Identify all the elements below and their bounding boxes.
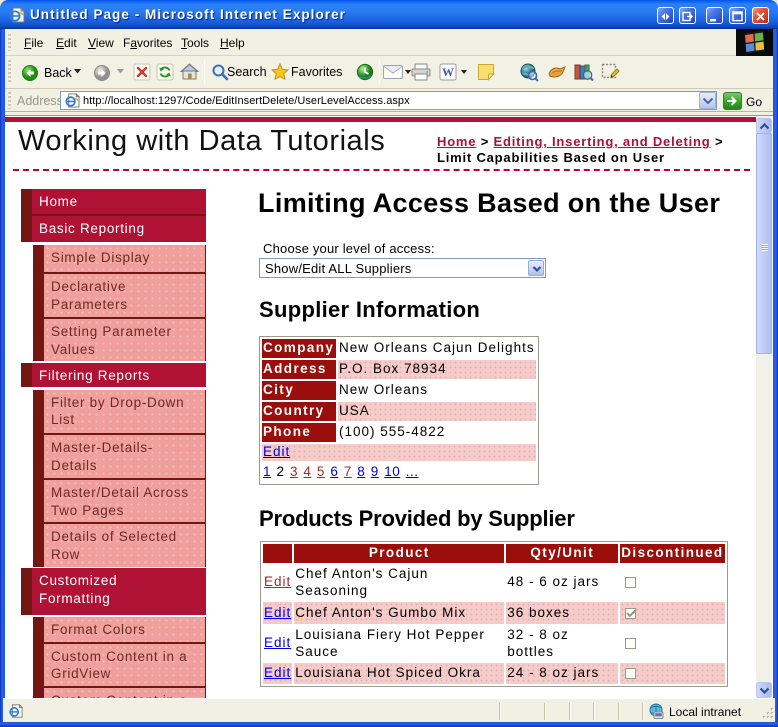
svg-text:W: W: [442, 65, 454, 79]
